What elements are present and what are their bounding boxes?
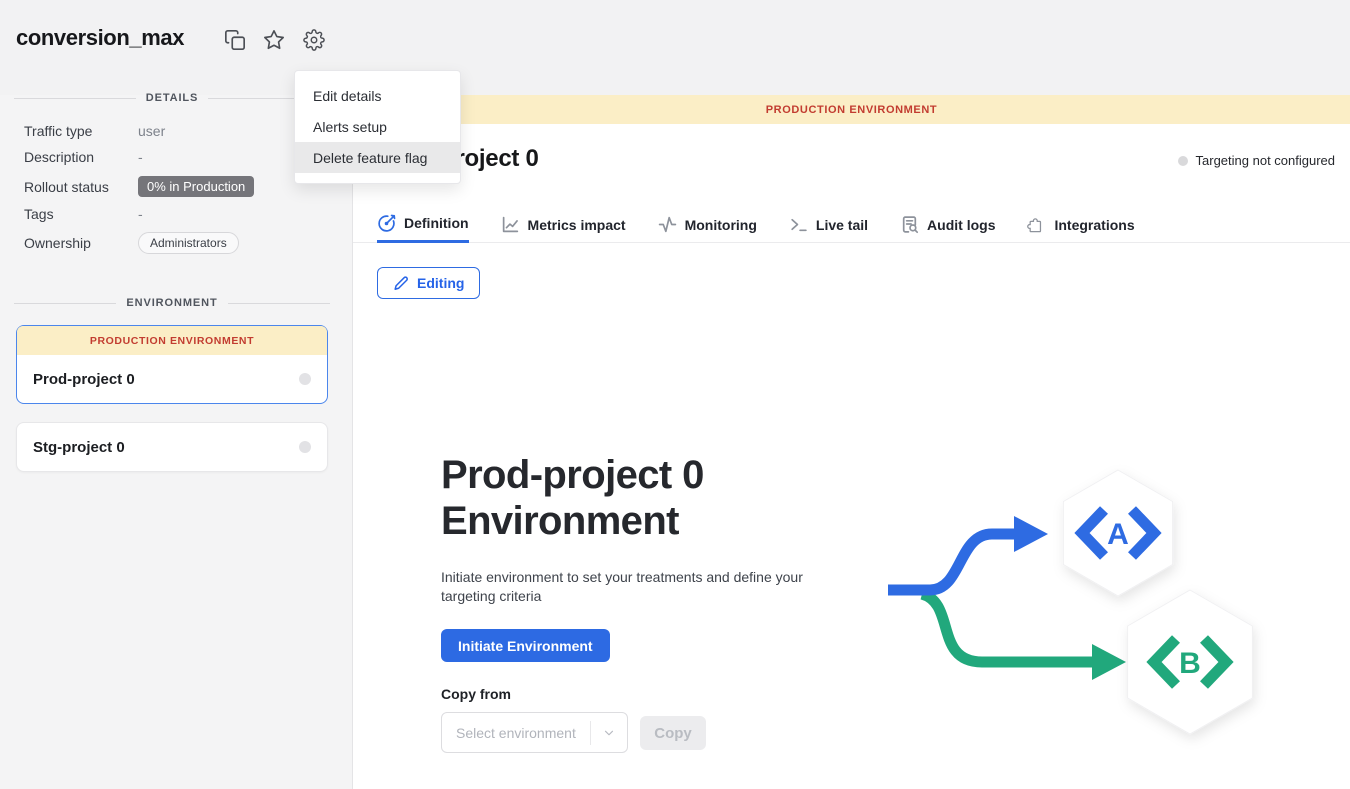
detail-value: - (138, 206, 143, 222)
tab-label: Integrations (1054, 217, 1134, 233)
copy-icon[interactable] (224, 29, 246, 51)
initiate-environment-button[interactable]: Initiate Environment (441, 629, 610, 662)
environment-heading-line1: Prod-project 0 (441, 452, 704, 498)
status-dot (299, 441, 311, 453)
environment-heading-line2: Environment (441, 498, 704, 544)
environment-description: Initiate environment to set your treatme… (441, 568, 813, 606)
rollout-status-badge: 0% in Production (138, 176, 254, 197)
detail-value: - (138, 149, 143, 165)
tab-label: Metrics impact (528, 217, 626, 233)
tab-definition[interactable]: Definition (377, 206, 469, 243)
variant-a-letter: A (1107, 518, 1129, 551)
pencil-icon (393, 276, 408, 291)
tab-live-tail[interactable]: Live tail (789, 206, 868, 243)
chevron-down-icon (591, 726, 627, 740)
detail-row-traffic-type: Traffic type user (24, 123, 330, 139)
editing-button[interactable]: Editing (377, 267, 480, 299)
editing-button-label: Editing (417, 275, 464, 291)
env-card-prod[interactable]: PRODUCTION ENVIRONMENT Prod-project 0 (16, 325, 328, 404)
tab-label: Definition (404, 215, 469, 231)
details-heading: DETAILS (146, 92, 199, 104)
blue-branch-arrow (888, 534, 1016, 590)
integrations-icon (1027, 215, 1046, 234)
tab-label: Monitoring (685, 217, 757, 233)
status-dot (299, 373, 311, 385)
detail-label: Description (24, 149, 138, 165)
detail-row-description: Description - (24, 149, 330, 165)
definition-icon (377, 214, 396, 233)
tab-bar: Definition Metrics impact Monitoring Liv… (377, 206, 1135, 243)
blue-arrowhead (1014, 516, 1048, 552)
tab-label: Audit logs (927, 217, 995, 233)
detail-label: Traffic type (24, 123, 138, 139)
copy-environment-button[interactable]: Copy (640, 716, 706, 750)
gear-dropdown-menu: Edit details Alerts setup Delete feature… (294, 70, 461, 184)
targeting-status-text: Targeting not configured (1196, 153, 1335, 168)
metrics-impact-icon (501, 215, 520, 234)
ab-split-illustration: A B (870, 450, 1290, 750)
details-section-header: DETAILS (14, 92, 330, 104)
green-branch-arrow (922, 594, 1094, 662)
select-placeholder: Select environment (442, 725, 590, 741)
env-card-name: Prod-project 0 (33, 371, 135, 388)
environment-heading: ENVIRONMENT (126, 297, 217, 309)
targeting-status-dot (1178, 156, 1188, 166)
tab-metrics-impact[interactable]: Metrics impact (501, 206, 626, 243)
detail-row-ownership: Ownership Administrators (24, 232, 330, 254)
menu-item-edit-details[interactable]: Edit details (295, 80, 460, 111)
menu-item-alerts-setup[interactable]: Alerts setup (295, 111, 460, 142)
production-environment-band: PRODUCTION ENVIRONMENT (17, 326, 327, 355)
live-tail-icon (789, 215, 808, 234)
green-arrowhead (1092, 644, 1126, 680)
targeting-status: Targeting not configured (1178, 153, 1335, 168)
environment-heading: Prod-project 0 Environment (441, 452, 704, 544)
env-card-name: Stg-project 0 (33, 439, 125, 456)
tab-label: Live tail (816, 217, 868, 233)
tab-monitoring[interactable]: Monitoring (658, 206, 757, 243)
ownership-pill[interactable]: Administrators (138, 232, 239, 254)
tab-integrations[interactable]: Integrations (1027, 206, 1134, 243)
detail-row-tags: Tags - (24, 206, 330, 222)
copy-from-label: Copy from (441, 686, 511, 702)
detail-label: Tags (24, 206, 138, 222)
audit-logs-icon (900, 215, 919, 234)
star-icon[interactable] (263, 29, 285, 51)
env-card-stg[interactable]: Stg-project 0 (16, 422, 328, 472)
detail-value: user (138, 123, 165, 139)
page: conversion_max DETAILS Traffic type user… (0, 0, 1350, 789)
detail-row-rollout-status: Rollout status 0% in Production (24, 176, 330, 197)
detail-label: Ownership (24, 235, 138, 251)
monitoring-icon (658, 215, 677, 234)
environment-section-header: ENVIRONMENT (14, 297, 330, 309)
top-band (0, 0, 1350, 95)
menu-item-delete-feature-flag[interactable]: Delete feature flag (295, 142, 460, 173)
gear-icon[interactable] (303, 29, 325, 51)
feature-flag-title: conversion_max (16, 25, 184, 51)
production-environment-banner: PRODUCTION ENVIRONMENT (353, 95, 1350, 124)
variant-b-letter: B (1179, 647, 1201, 680)
tab-audit-logs[interactable]: Audit logs (900, 206, 995, 243)
detail-label: Rollout status (24, 179, 138, 195)
environment-select[interactable]: Select environment (441, 712, 628, 753)
